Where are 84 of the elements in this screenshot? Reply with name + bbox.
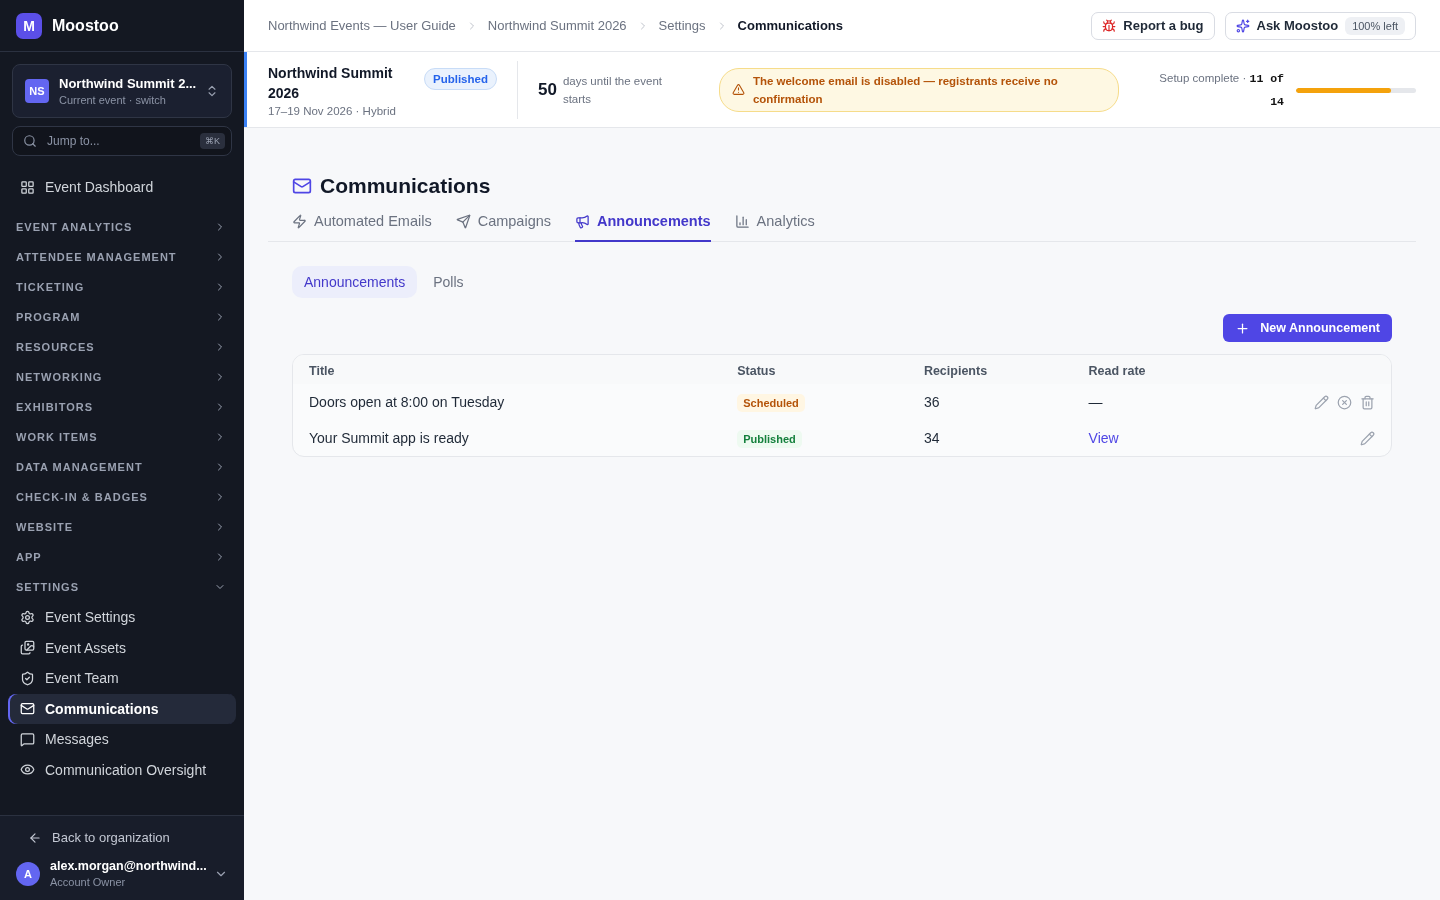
tab[interactable]: Analytics [734,206,815,242]
nav-section[interactable]: ATTENDEE MANAGEMENT [8,242,236,272]
new-announcement-button[interactable]: New Announcement [1223,314,1392,342]
nav-item-icon [20,640,35,655]
breadcrumb[interactable]: Northwind Summit 2026 [487,18,627,33]
view-link[interactable]: View [1088,430,1119,446]
tab[interactable]: Campaigns [455,206,551,242]
setup-progress-label: Setup complete · 11 of 14 [1158,70,1284,110]
subtab[interactable]: Announcements [292,266,418,298]
days-caption: days until the event starts [562,73,663,107]
tab-icon [575,213,590,229]
tab[interactable]: Automated Emails [292,206,432,242]
breadcrumb[interactable]: Northwind Events — User Guide [268,18,456,33]
brand-name: Moostoo [52,16,119,35]
edit-icon[interactable] [1360,430,1375,446]
nav-item-icon [20,609,35,625]
nav-section[interactable]: APP [8,542,236,572]
recipients-cell-text: 34 [922,429,941,448]
search-input[interactable]: Jump to... [45,133,192,149]
nav-item[interactable]: Messages [8,724,236,754]
nav-item-icon [20,670,35,686]
edit-icon[interactable] [1314,394,1329,410]
mail-icon [292,176,312,196]
nav-section[interactable]: DATA MANAGEMENT [8,452,236,482]
event-name: Northwind Summit 2... [59,76,195,91]
nav-item[interactable]: Event Assets [8,632,236,663]
title-cell-text: Your Summit app is ready [308,429,470,448]
nav-item-icon [20,762,35,777]
tab-icon [292,213,307,229]
nav-item[interactable]: Communications [8,693,236,724]
ask-assistant-button[interactable]: Ask Moostoo 100% left [1224,11,1416,40]
nav-section[interactable]: RESOURCES [8,332,236,362]
nav-item[interactable]: Communication Oversight [8,754,236,785]
event-switcher[interactable]: NS Northwind Summit 2... Current event · switch [12,64,232,118]
nav-item[interactable]: Event Team [8,663,236,693]
warning-text: The welcome email is disabled — registrants receive no confirmation [752,73,1059,107]
page-title: Communications [320,174,491,198]
nav-section[interactable]: TICKETING [8,272,236,302]
search-bar[interactable]: Jump to... ⌘K [12,126,232,156]
nav-section[interactable]: EXHIBITORS [8,392,236,422]
plus-icon [1235,320,1251,336]
nav-section[interactable]: EVENT ANALYTICS [8,212,236,242]
event-dates: 17–19 Nov 2026 · Hybrid [268,104,397,117]
nav-item-icon [20,731,35,747]
title-cell-text: Doors open at 8:00 on Tuesday [308,393,506,412]
warning-icon [731,83,745,96]
shortcut-key: ⌘K [200,133,225,149]
nav-item[interactable]: Event Dashboard [8,172,236,202]
recipients-cell-text: 36 [922,393,941,412]
nav-section[interactable]: NETWORKING [8,362,236,392]
breadcrumb[interactable]: Settings [658,18,706,33]
tab-icon [734,213,750,229]
status-tag: Published [737,430,802,448]
usage-badge: 100% left [1345,16,1405,35]
nav-section[interactable]: SETTINGS [8,572,236,602]
event-caption: Current event · switch [59,94,167,106]
nav-section[interactable]: PROGRAM [8,302,236,332]
tab[interactable]: Announcements [575,206,711,242]
search-icon [23,134,37,148]
sparkles-icon [1235,18,1250,33]
brand-logo: M [16,12,42,39]
status-tag: Scheduled [737,394,805,412]
grid-icon [20,179,35,195]
subtab[interactable]: Polls [421,266,476,298]
event-title: Northwind Summit 2026 [268,63,394,103]
user-email: alex.morgan@northwind... [50,859,204,873]
nav-section[interactable]: WORK ITEMS [8,422,236,452]
delete-icon[interactable] [1360,394,1375,410]
report-bug-button[interactable]: Report a bug [1091,11,1215,40]
user-avatar: A [16,861,40,886]
nav-section[interactable]: CHECK-IN & BADGES [8,482,236,512]
nav-section[interactable]: WEBSITE [8,512,236,542]
back-link[interactable]: Back to organization [16,826,228,849]
user-role: Account Owner [50,876,127,888]
event-status-badge: Published [424,68,497,90]
read-rate-cell: — [1088,394,1103,410]
nav-item-icon [20,701,35,716]
tab-icon [455,213,471,229]
bug-icon [1102,18,1117,33]
breadcrumb[interactable]: Communications [737,18,844,33]
cancel-icon[interactable] [1337,394,1352,410]
nav-item[interactable]: Event Settings [8,602,236,632]
days-count: 50 [537,79,557,100]
event-initials: NS [25,79,49,103]
